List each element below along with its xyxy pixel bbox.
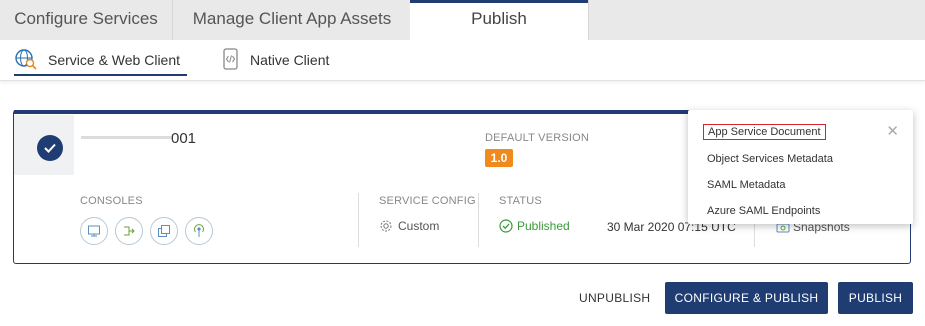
service-config-text: Custom (398, 219, 440, 233)
configure-publish-button[interactable]: CONFIGURE & PUBLISH (665, 282, 828, 314)
service-name: 001 (171, 130, 197, 147)
subtab-native-client[interactable]: Native Client (222, 40, 329, 80)
tab-bar-filler (588, 0, 925, 40)
tab-publish[interactable]: Publish (410, 0, 588, 40)
globe-search-icon (14, 48, 48, 73)
service-links-dropdown: App Service Document Object Services Met… (688, 110, 913, 224)
service-name-redacted (81, 136, 171, 139)
subtab-label: Service & Web Client (48, 52, 181, 68)
check-circle-icon (499, 219, 513, 233)
phone-code-icon (222, 47, 250, 73)
console-icon-group (80, 217, 213, 245)
publish-button[interactable]: PUBLISH (838, 282, 913, 314)
menu-item-azure-saml-endpoints[interactable]: Azure SAML Endpoints (707, 205, 820, 217)
active-tab-underline (14, 74, 187, 76)
console-copy-icon[interactable] (150, 217, 178, 245)
menu-item-object-services-metadata[interactable]: Object Services Metadata (707, 153, 833, 165)
gear-icon (379, 219, 393, 233)
default-version-label: DEFAULT VERSION (485, 132, 590, 144)
sub-tab-bar: Service & Web Client Native Client (0, 40, 925, 81)
close-icon[interactable]: ✕ (886, 122, 899, 140)
top-tab-bar: Configure Services Manage Client App Ass… (0, 0, 925, 40)
selected-check-icon[interactable] (37, 135, 63, 161)
subtab-service-web-client[interactable]: Service & Web Client (14, 40, 187, 80)
status-label: STATUS (499, 195, 542, 207)
console-flow-icon[interactable] (115, 217, 143, 245)
console-broadcast-icon[interactable] (185, 217, 213, 245)
menu-item-app-service-document[interactable]: App Service Document (703, 124, 826, 140)
version-badge: 1.0 (485, 149, 513, 167)
status-value: Published (499, 219, 570, 233)
status-text: Published (517, 219, 570, 233)
card-accent-bar (14, 110, 714, 114)
tab-configure-services[interactable]: Configure Services (0, 0, 172, 40)
tab-manage-client-app-assets[interactable]: Manage Client App Assets (172, 0, 411, 40)
unpublish-button[interactable]: UNPUBLISH (579, 291, 650, 305)
divider (478, 193, 479, 247)
divider (358, 193, 359, 247)
console-monitor-icon[interactable] (80, 217, 108, 245)
menu-item-saml-metadata[interactable]: SAML Metadata (707, 179, 785, 191)
service-config-value[interactable]: Custom (379, 219, 439, 233)
subtab-label: Native Client (250, 52, 330, 68)
service-config-label: SERVICE CONFIG (379, 195, 476, 207)
selection-block (14, 115, 74, 175)
consoles-label: CONSOLES (80, 195, 143, 207)
